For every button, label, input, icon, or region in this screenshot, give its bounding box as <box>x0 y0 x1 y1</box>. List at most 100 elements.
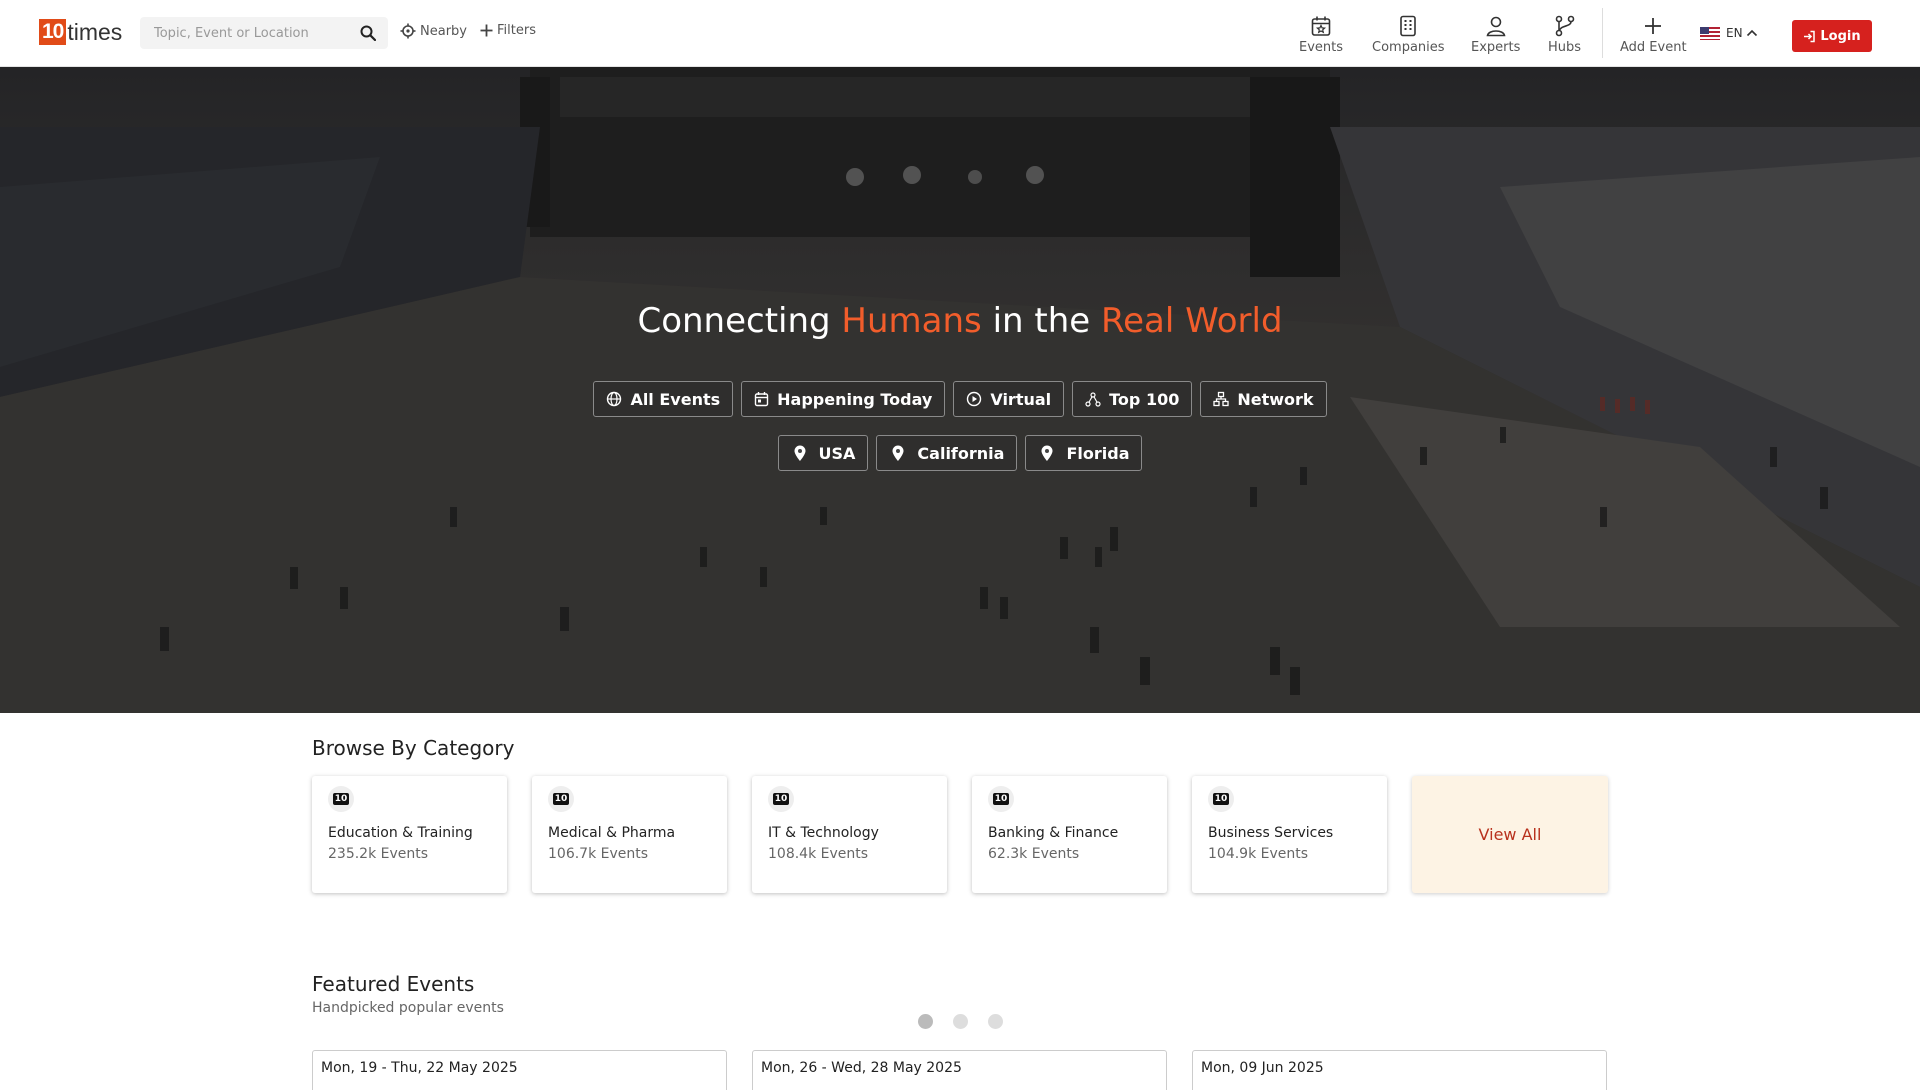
branch-icon <box>1555 15 1574 37</box>
filters-button[interactable]: Filters <box>480 23 536 38</box>
login-label: Login <box>1820 28 1861 44</box>
logo[interactable]: 10 times <box>39 19 122 45</box>
menu-events[interactable]: Events <box>1299 14 1343 55</box>
login-button[interactable]: Login <box>1792 20 1872 52</box>
category-name: Medical & Pharma <box>548 825 676 841</box>
menu-companies[interactable]: Companies <box>1372 14 1445 55</box>
chip-florida[interactable]: Florida <box>1025 435 1143 471</box>
building-icon <box>1400 15 1417 37</box>
category-name: Banking & Finance <box>988 825 1119 841</box>
menu-companies-label: Companies <box>1372 40 1445 55</box>
language-selector[interactable]: EN <box>1700 26 1758 40</box>
location-pin-icon <box>1041 445 1053 461</box>
play-circle-icon <box>967 391 982 407</box>
category-card-banking[interactable]: 10 Banking & Finance 62.3k Events <box>972 776 1167 893</box>
category-count: 62.3k Events <box>988 846 1080 862</box>
chip-florida-label: Florida <box>1066 443 1130 463</box>
chip-all-events[interactable]: All Events <box>593 381 734 417</box>
chip-all-events-label: All Events <box>630 389 721 409</box>
chip-happening-today-label: Happening Today <box>777 389 933 409</box>
chip-usa[interactable]: USA <box>777 435 869 471</box>
calendar-icon <box>754 392 769 407</box>
featured-events-title: Featured Events <box>312 972 475 996</box>
category-count: 104.9k Events <box>1208 846 1309 862</box>
category-count: 106.7k Events <box>548 846 649 862</box>
featured-event-card[interactable]: Mon, 09 Jun 2025 <box>1192 1050 1607 1090</box>
category-card-medical[interactable]: 10 Medical & Pharma 106.7k Events <box>532 776 727 893</box>
category-count: 108.4k Events <box>768 846 869 862</box>
search-bar <box>140 17 388 49</box>
search-input[interactable] <box>152 24 356 42</box>
event-date: Mon, 19 - Thu, 22 May 2025 <box>321 1060 518 1076</box>
hero-title-part2: in the <box>981 301 1101 341</box>
chip-california[interactable]: California <box>876 435 1018 471</box>
us-flag-icon <box>1700 26 1720 40</box>
browse-category-title: Browse By Category <box>312 736 515 760</box>
view-all-categories-button[interactable]: View All <box>1412 776 1608 893</box>
category-icon: 10 <box>988 786 1014 812</box>
menu-add-event[interactable]: Add Event <box>1620 14 1687 55</box>
chip-top-100-label: Top 100 <box>1109 389 1180 409</box>
category-name: Education & Training <box>328 825 473 841</box>
hero-title-part1: Connecting <box>637 301 842 341</box>
menu-events-label: Events <box>1299 40 1344 55</box>
category-icon: 10 <box>328 786 354 812</box>
language-label: EN <box>1726 26 1743 40</box>
category-card-it[interactable]: 10 IT & Technology 108.4k Events <box>752 776 947 893</box>
chip-usa-label: USA <box>818 443 856 463</box>
menu-hubs-label: Hubs <box>1548 40 1582 55</box>
calendar-star-icon <box>1311 16 1331 36</box>
logo-badge: 10 <box>39 19 67 45</box>
hero-title-accent-humans: Humans <box>841 301 982 341</box>
top-network-icon <box>1085 392 1101 407</box>
top-navigation: 10 times Nearby Filters <box>0 0 1920 67</box>
chip-virtual[interactable]: Virtual <box>953 381 1065 417</box>
menu-experts[interactable]: Experts <box>1471 14 1520 55</box>
category-name: IT & Technology <box>768 825 879 841</box>
chip-california-label: California <box>917 443 1005 463</box>
location-pin-icon <box>892 445 904 461</box>
chip-network-label: Network <box>1237 389 1314 409</box>
nav-divider <box>1602 8 1603 58</box>
quick-filter-row: All Events Happening Today Virtual Top 1… <box>0 381 1920 417</box>
category-card-education[interactable]: 10 Education & Training 235.2k Events <box>312 776 507 893</box>
menu-experts-label: Experts <box>1471 40 1521 55</box>
event-date: Mon, 26 - Wed, 28 May 2025 <box>761 1060 962 1076</box>
category-icon: 10 <box>768 786 794 812</box>
carousel-dot[interactable] <box>918 1014 933 1029</box>
login-icon <box>1804 30 1816 42</box>
menu-add-event-label: Add Event <box>1620 40 1687 55</box>
hero-title-accent-real-world: Real World <box>1100 301 1283 341</box>
featured-events-subtitle: Handpicked popular events <box>312 1000 504 1016</box>
carousel-dot[interactable] <box>953 1014 968 1029</box>
logo-text: times <box>67 18 123 45</box>
menu-hubs[interactable]: Hubs <box>1548 14 1581 55</box>
user-icon <box>1486 16 1506 37</box>
chip-happening-today[interactable]: Happening Today <box>741 381 946 417</box>
crosshair-icon <box>400 23 416 39</box>
event-date: Mon, 09 Jun 2025 <box>1201 1060 1324 1076</box>
category-count: 235.2k Events <box>328 846 429 862</box>
plus-icon <box>480 24 493 37</box>
search-icon[interactable] <box>360 25 376 41</box>
category-name: Business Services <box>1208 825 1334 841</box>
plus-icon <box>1645 18 1662 34</box>
category-icon: 10 <box>548 786 574 812</box>
chevron-up-icon <box>1746 29 1757 37</box>
hero-banner: Connecting Humans in the Real World All … <box>0 67 1920 713</box>
category-icon: 10 <box>1208 786 1234 812</box>
carousel-dot[interactable] <box>988 1014 1003 1029</box>
nearby-button[interactable]: Nearby <box>400 23 467 39</box>
category-card-business[interactable]: 10 Business Services 104.9k Events <box>1192 776 1387 893</box>
filters-label: Filters <box>497 23 536 38</box>
network-icon <box>1213 391 1229 407</box>
featured-event-card[interactable]: Mon, 19 - Thu, 22 May 2025 <box>312 1050 727 1090</box>
hero-title: Connecting Humans in the Real World <box>0 301 1920 341</box>
location-pin-icon <box>794 445 806 461</box>
chip-virtual-label: Virtual <box>990 389 1052 409</box>
nearby-label: Nearby <box>420 23 467 39</box>
chip-top-100[interactable]: Top 100 <box>1072 381 1193 417</box>
location-filter-row: USA California Florida <box>0 435 1920 471</box>
chip-network[interactable]: Network <box>1200 381 1327 417</box>
featured-event-card[interactable]: Mon, 26 - Wed, 28 May 2025 <box>752 1050 1167 1090</box>
